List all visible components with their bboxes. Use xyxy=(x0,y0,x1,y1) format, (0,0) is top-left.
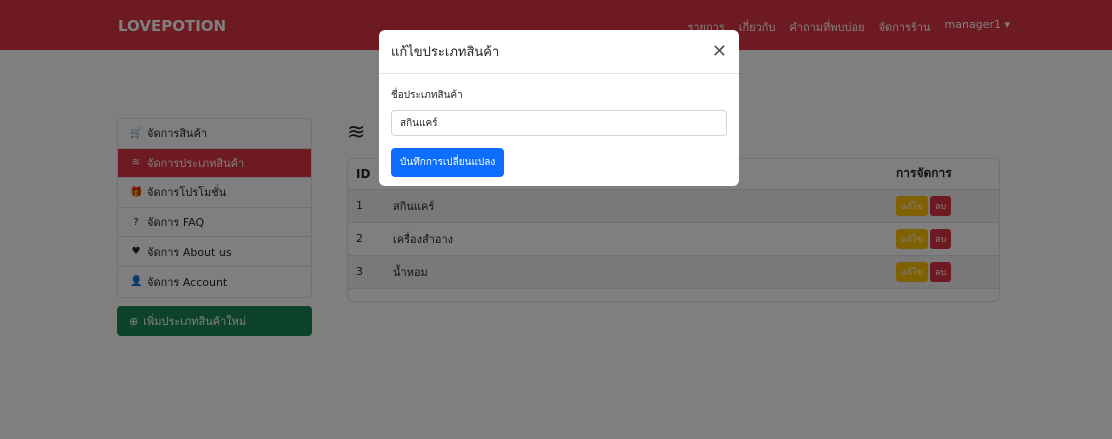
category-name-label: ชื่อประเภทสินค้า xyxy=(391,90,463,101)
category-name-input[interactable] xyxy=(391,110,727,136)
modal-header: แก้ไขประเภทสินค้า ✕ xyxy=(379,30,739,74)
edit-category-modal: แก้ไขประเภทสินค้า ✕ ชื่อประเภทสินค้า บัน… xyxy=(379,30,739,186)
page: LOVEPOTION รายการ เกี่ยวกับ คำถามที่พบบ่… xyxy=(0,0,1112,439)
modal-title: แก้ไขประเภทสินค้า xyxy=(391,45,500,60)
modal-body: ชื่อประเภทสินค้า บันทึกการเปลี่ยนแปลง xyxy=(379,74,739,186)
save-changes-button[interactable]: บันทึกการเปลี่ยนแปลง xyxy=(391,148,505,177)
close-icon[interactable]: ✕ xyxy=(712,42,727,61)
